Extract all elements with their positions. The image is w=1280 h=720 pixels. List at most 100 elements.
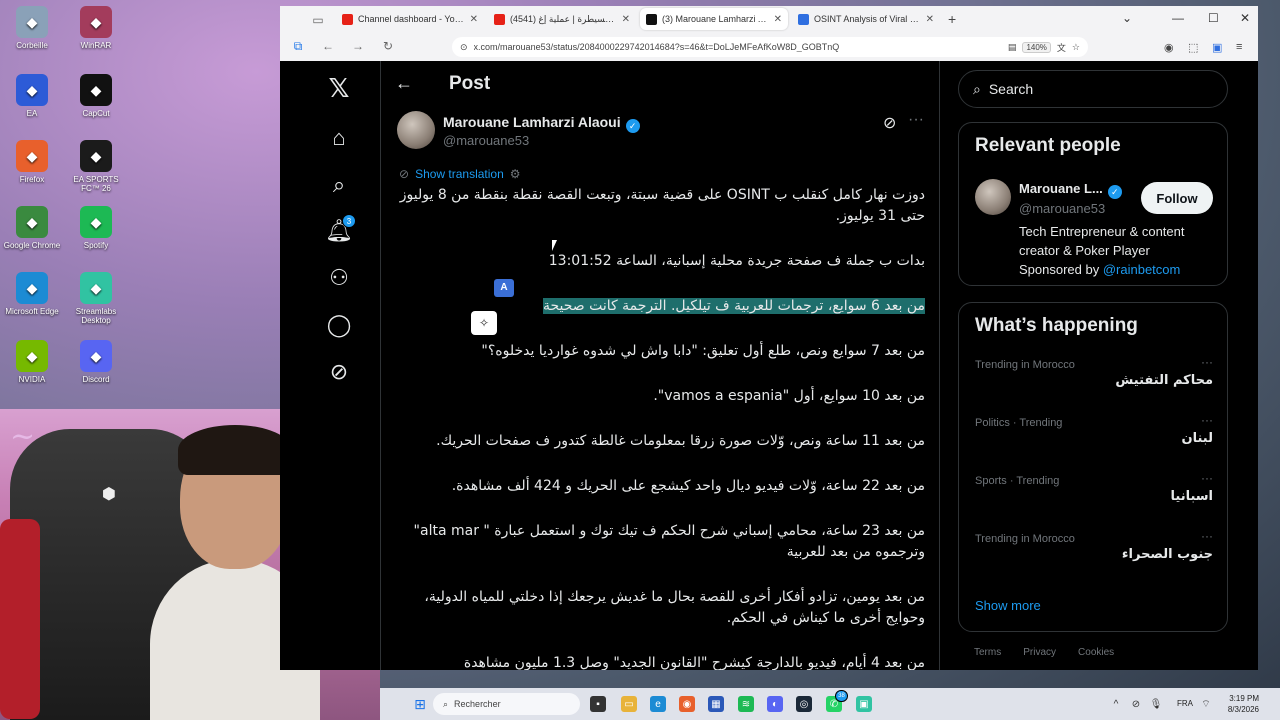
whatsapp-taskbar-icon[interactable]: ✆ 38 bbox=[826, 690, 848, 712]
relevant-person-handle[interactable]: @marouane53 bbox=[1019, 201, 1105, 216]
messages-icon[interactable]: ◯ bbox=[326, 312, 352, 338]
desktop-shortcut[interactable]: ◆ Streamlabs Desktop bbox=[64, 272, 128, 325]
trend-name[interactable]: لبنان bbox=[1182, 431, 1213, 446]
back-arrow-icon[interactable]: ← bbox=[395, 73, 413, 94]
home-icon[interactable]: ⌂ bbox=[326, 125, 352, 151]
trend-more-icon[interactable]: ··· bbox=[1201, 355, 1213, 369]
author-name-text[interactable]: Marouane Lamharzi Alaoui bbox=[443, 114, 621, 130]
address-bar[interactable]: ⊙ x.com/marouane53/status/20840002297420… bbox=[452, 37, 1088, 57]
more-options-icon[interactable]: ··· bbox=[908, 111, 924, 129]
close-window-icon[interactable]: ✕ bbox=[1240, 11, 1250, 25]
translator-ext-icon[interactable]: ▣ bbox=[1212, 41, 1222, 54]
relevant-person-avatar[interactable] bbox=[975, 179, 1011, 215]
spotify-taskbar-icon[interactable]: ≋ bbox=[738, 696, 754, 712]
relevant-person-name[interactable]: Marouane L... ✓ bbox=[1019, 181, 1122, 199]
maximize-icon[interactable]: ☐ bbox=[1208, 11, 1219, 25]
profile-icon[interactable]: ◉ bbox=[1164, 41, 1174, 54]
system-clock[interactable]: 3:19 PM 8/3/2026 bbox=[1213, 693, 1259, 715]
follow-people-icon[interactable]: ⚇ bbox=[326, 265, 352, 291]
tab-close-icon[interactable]: ✕ bbox=[470, 14, 478, 25]
minimize-icon[interactable]: — bbox=[1172, 11, 1184, 25]
explore-search-icon[interactable]: ⌕ bbox=[326, 172, 352, 198]
author-name[interactable]: Marouane Lamharzi Alaoui ✓ bbox=[443, 114, 640, 133]
microphone-icon[interactable]: 🎙︎ bbox=[1148, 696, 1164, 712]
edge-taskbar-icon[interactable]: e bbox=[650, 696, 666, 712]
url-text[interactable]: x.com/marouane53/status/2084000229742014… bbox=[474, 42, 1002, 52]
steam-taskbar-icon[interactable]: ◎ bbox=[796, 696, 812, 712]
tab-title[interactable]: (3) Marouane Lamharzi Alaoui o bbox=[662, 14, 769, 24]
trend-name[interactable]: اسبانيا bbox=[1171, 489, 1214, 504]
ai-sparkle-popup-icon[interactable]: ✧ bbox=[471, 311, 497, 335]
trend-more-icon[interactable]: ··· bbox=[1201, 471, 1213, 485]
grok-explain-icon[interactable]: ⊘ bbox=[883, 113, 896, 133]
tab-overview-icon[interactable]: ▭ bbox=[310, 13, 326, 27]
extensions-icon[interactable]: ⬚ bbox=[1188, 41, 1198, 54]
tab-title[interactable]: OSINT Analysis of Viral Misinfor bbox=[814, 14, 921, 24]
author-handle[interactable]: @marouane53 bbox=[443, 133, 529, 148]
file-explorer-icon[interactable]: ▭ bbox=[621, 696, 637, 712]
trend-more-icon[interactable]: ··· bbox=[1201, 529, 1213, 543]
trend-name[interactable]: محاكم التفتيش bbox=[1115, 373, 1213, 388]
desktop-shortcut[interactable]: ◆ WinRAR bbox=[64, 6, 128, 50]
desktop-shortcut[interactable]: ◆ Microsoft Edge bbox=[0, 272, 64, 316]
tab-title[interactable]: Channel dashboard - YouTube S bbox=[358, 14, 465, 24]
tab-close-icon[interactable]: ✕ bbox=[926, 14, 934, 25]
sidebar-toggle-icon[interactable]: ⧉ bbox=[290, 39, 306, 54]
clock-date[interactable]: 8/3/2026 bbox=[1213, 704, 1259, 715]
desktop-shortcut[interactable]: ◆ Discord bbox=[64, 340, 128, 384]
show-translation-label[interactable]: Show translation bbox=[415, 167, 504, 181]
tab-title[interactable]: (4541) خارج السيطرة | عملية إغ bbox=[510, 14, 617, 25]
desktop-shortcut[interactable]: ◆ EA bbox=[0, 74, 64, 118]
input-language[interactable]: FRA bbox=[1177, 699, 1193, 708]
desktop-shortcut[interactable]: ◆ Firefox bbox=[0, 140, 64, 184]
taskbar-search-placeholder[interactable]: Rechercher bbox=[454, 699, 501, 709]
x-logo-icon[interactable]: 𝕏 bbox=[326, 73, 352, 103]
trend-more-icon[interactable]: ··· bbox=[1201, 413, 1213, 427]
zoom-level[interactable]: 140% bbox=[1022, 41, 1051, 53]
translate-popup-icon[interactable]: A bbox=[494, 279, 514, 297]
tray-chevron-icon[interactable]: ^ bbox=[1108, 696, 1124, 712]
tab-list-chevron-icon[interactable]: ⌄ bbox=[1122, 11, 1132, 25]
translation-settings-gear-icon[interactable]: ⚙ bbox=[510, 167, 521, 181]
show-translation-link[interactable]: ⊘ Show translation ⚙ bbox=[399, 167, 521, 181]
site-info-icon[interactable]: ⊙ bbox=[460, 42, 468, 53]
new-tab-icon[interactable]: + bbox=[948, 11, 956, 27]
tab-close-icon[interactable]: ✕ bbox=[774, 14, 782, 25]
trend-context[interactable]: Politics · Trending bbox=[975, 417, 1062, 429]
trend-name[interactable]: جنوب الصحراء bbox=[1122, 547, 1213, 562]
menu-icon[interactable]: ≡ bbox=[1236, 41, 1242, 53]
windows-start-icon[interactable]: ⊞ bbox=[412, 696, 428, 712]
relevant-person-name-text[interactable]: Marouane L... bbox=[1019, 181, 1103, 196]
reload-icon[interactable]: ↻ bbox=[380, 39, 396, 53]
desktop-shortcut[interactable]: ◆ EA SPORTS FC™ 26 bbox=[64, 140, 128, 193]
show-more-link[interactable]: Show more bbox=[975, 598, 1041, 613]
trend-context[interactable]: Sports · Trending bbox=[975, 475, 1059, 487]
reader-icon[interactable]: ▤ bbox=[1008, 42, 1017, 53]
browser-tab[interactable]: OSINT Analysis of Viral Misinfor ✕ bbox=[792, 8, 940, 30]
browser-tab[interactable]: Channel dashboard - YouTube S ✕ bbox=[336, 8, 484, 30]
search-placeholder[interactable]: Search bbox=[989, 81, 1033, 97]
browser-tab[interactable]: (4541) خارج السيطرة | عملية إغ ✕ bbox=[488, 8, 636, 30]
translate-icon[interactable]: 文 bbox=[1057, 41, 1066, 54]
tray-app-icon[interactable]: ⊘ bbox=[1128, 696, 1144, 712]
trend-context[interactable]: Trending in Morocco bbox=[975, 533, 1075, 545]
desktop-shortcut[interactable]: ◆ CapCut bbox=[64, 74, 128, 118]
clock-time[interactable]: 3:19 PM bbox=[1213, 693, 1259, 704]
back-icon[interactable]: ← bbox=[320, 39, 336, 53]
tab-close-icon[interactable]: ✕ bbox=[622, 14, 630, 25]
notifications-bell-icon[interactable]: 🔔︎ 3 bbox=[325, 214, 356, 244]
search-input[interactable]: ⌕ Search bbox=[958, 70, 1228, 108]
firefox-taskbar-icon[interactable]: ◉ bbox=[679, 696, 695, 712]
task-view-icon[interactable]: ▪ bbox=[590, 696, 606, 712]
desktop-shortcut[interactable]: ◆ Spotify bbox=[64, 206, 128, 250]
sponsor-link[interactable]: @rainbetcom bbox=[1103, 262, 1181, 277]
footer-link[interactable]: Cookies bbox=[1078, 647, 1114, 658]
browser-tab[interactable]: (3) Marouane Lamharzi Alaoui o ✕ bbox=[640, 8, 788, 30]
footer-link[interactable]: Terms bbox=[974, 647, 1001, 658]
streamlabs-taskbar-icon[interactable]: ▣ bbox=[856, 696, 872, 712]
discord-taskbar-icon[interactable]: ◐ bbox=[767, 696, 783, 712]
network-icon[interactable]: ⌔ bbox=[1198, 696, 1214, 712]
store-taskbar-icon[interactable]: ▦ bbox=[708, 696, 724, 712]
footer-link[interactable]: Privacy bbox=[1023, 647, 1056, 658]
desktop-shortcut[interactable]: ◆ NVIDIA bbox=[0, 340, 64, 384]
